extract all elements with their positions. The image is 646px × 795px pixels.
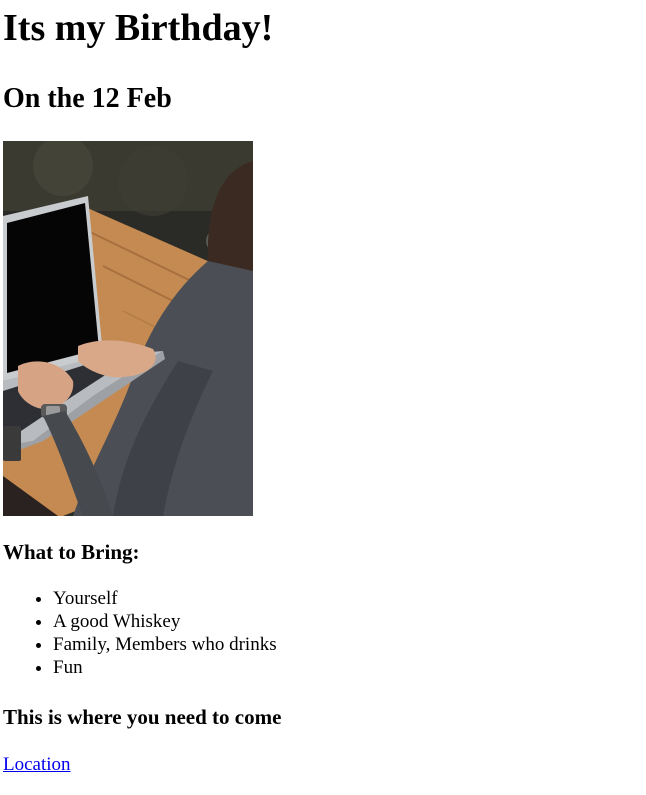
bring-list: Yourself A good Whiskey Family, Members … [3,587,646,679]
date-heading: On the 12 Feb [3,83,172,114]
list-item: Fun [53,656,646,679]
where-heading: This is where you need to come [3,705,282,729]
laptop-photo [3,141,253,516]
bring-heading: What to Bring: [3,540,140,564]
page-container: Its my Birthday! On the 12 Feb What to B… [0,5,646,776]
list-item: Family, Members who drinks [53,633,646,656]
location-link[interactable]: Location [3,753,71,776]
list-item: Yourself [53,587,646,610]
list-item: A good Whiskey [53,610,646,633]
page-title: Its my Birthday! [3,7,274,49]
